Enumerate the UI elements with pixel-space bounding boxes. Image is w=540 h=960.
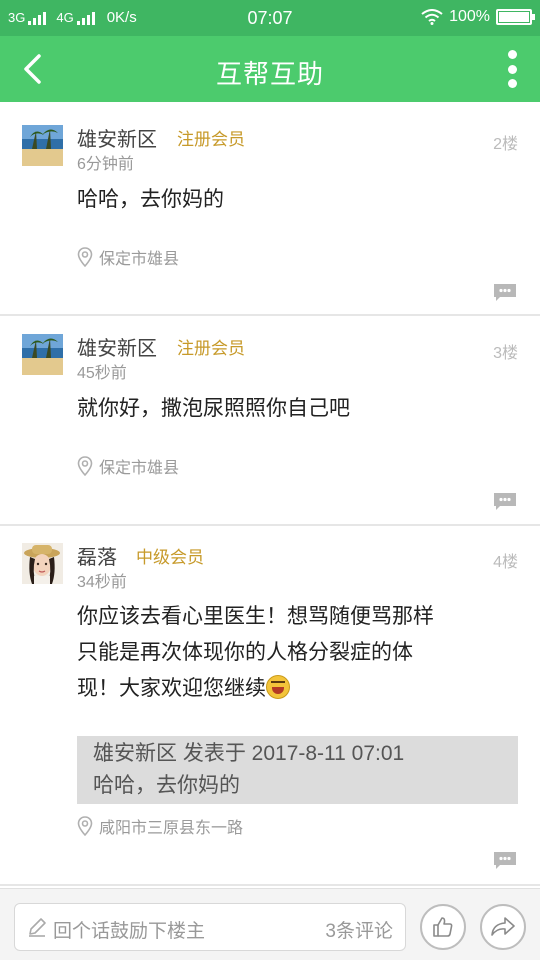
- location: 保定市雄县: [77, 245, 179, 269]
- member-badge: 中级会员: [136, 548, 204, 567]
- wifi-icon: [421, 9, 443, 25]
- location-pin-icon: [77, 456, 93, 476]
- battery-percent: 100%: [449, 8, 490, 25]
- floor-number: 3楼: [493, 345, 518, 362]
- post-item: 磊落 中级会员 34秒前 4楼 你应该去看心里医生！想骂随便骂那样 只能是再次体…: [0, 526, 540, 886]
- battery-icon: [496, 9, 535, 25]
- like-button[interactable]: [420, 904, 466, 950]
- comment-input[interactable]: 回个话鼓励下楼主 3条评论: [14, 903, 406, 951]
- comment-count[interactable]: 3条评论: [325, 916, 393, 943]
- location: 咸阳市三原县东一路: [77, 814, 243, 838]
- member-badge: 注册会员: [177, 339, 245, 358]
- comment-icon[interactable]: [492, 491, 518, 511]
- comment-icon[interactable]: [492, 850, 518, 870]
- member-badge: 注册会员: [177, 130, 245, 149]
- post-time: 45秒前: [77, 365, 127, 382]
- avatar[interactable]: [22, 125, 63, 166]
- post-content: 哈哈，去你妈的: [77, 188, 224, 211]
- quoted-post: 雄安新区 发表于 2017-8-11 07:01 哈哈，去你妈的: [77, 736, 518, 804]
- post-item: 雄安新区 注册会员 45秒前 3楼 就你好，撒泡尿照照你自己吧 保定市雄县: [0, 316, 540, 526]
- comment-placeholder: 回个话鼓励下楼主: [53, 921, 206, 942]
- bottom-bar: 回个话鼓励下楼主 3条评论: [0, 888, 540, 960]
- username[interactable]: 磊落: [77, 541, 117, 570]
- location-text: 咸阳市三原县东一路: [99, 820, 244, 837]
- system-status: 100%: [421, 8, 535, 26]
- thumbs-up-icon: [433, 917, 453, 937]
- share-button[interactable]: [480, 904, 526, 950]
- post-content-line: 只能是再次体现你的人格分裂症的体: [77, 641, 413, 664]
- comment-icon[interactable]: [492, 282, 518, 302]
- post-time: 34秒前: [77, 574, 127, 591]
- more-vertical-icon[interactable]: [506, 50, 518, 88]
- avatar[interactable]: [22, 543, 63, 584]
- quote-header: 雄安新区 发表于 2017-8-11 07:01: [93, 742, 405, 765]
- location-text: 保定市雄县: [99, 460, 180, 477]
- floor-number: 2楼: [493, 136, 518, 153]
- header: 互帮互助: [0, 36, 540, 102]
- location-pin-icon: [77, 247, 93, 267]
- username[interactable]: 雄安新区: [77, 332, 157, 361]
- post-content-text: 现！大家欢迎您继续: [77, 677, 266, 700]
- page-title: 互帮互助: [215, 59, 324, 89]
- floor-number: 4楼: [493, 554, 518, 571]
- location: 保定市雄县: [77, 454, 179, 478]
- location-pin-icon: [77, 816, 93, 836]
- share-icon: [491, 917, 515, 936]
- location-text: 保定市雄县: [99, 251, 180, 268]
- laughing-emoji-icon: [266, 675, 290, 699]
- post-content: 就你好，撒泡尿照照你自己吧: [77, 397, 350, 420]
- post-time: 6分钟前: [77, 156, 134, 173]
- pencil-icon: [29, 918, 46, 937]
- quote-text: 哈哈，去你妈的: [93, 774, 240, 797]
- post-content-line: 现！大家欢迎您继续: [77, 671, 497, 707]
- avatar[interactable]: [22, 334, 63, 375]
- status-bar: 3G 4G 0K/s 07:07 100%: [0, 0, 540, 36]
- post-content: 你应该去看心里医生！想骂随便骂那样 只能是再次体现你的人格分裂症的体 现！大家欢…: [77, 599, 497, 707]
- username[interactable]: 雄安新区: [77, 123, 157, 152]
- post-item: 雄安新区 注册会员 6分钟前 2楼 哈哈，去你妈的 保定市雄县: [0, 102, 540, 316]
- post-content-line: 你应该去看心里医生！想骂随便骂那样: [77, 605, 434, 628]
